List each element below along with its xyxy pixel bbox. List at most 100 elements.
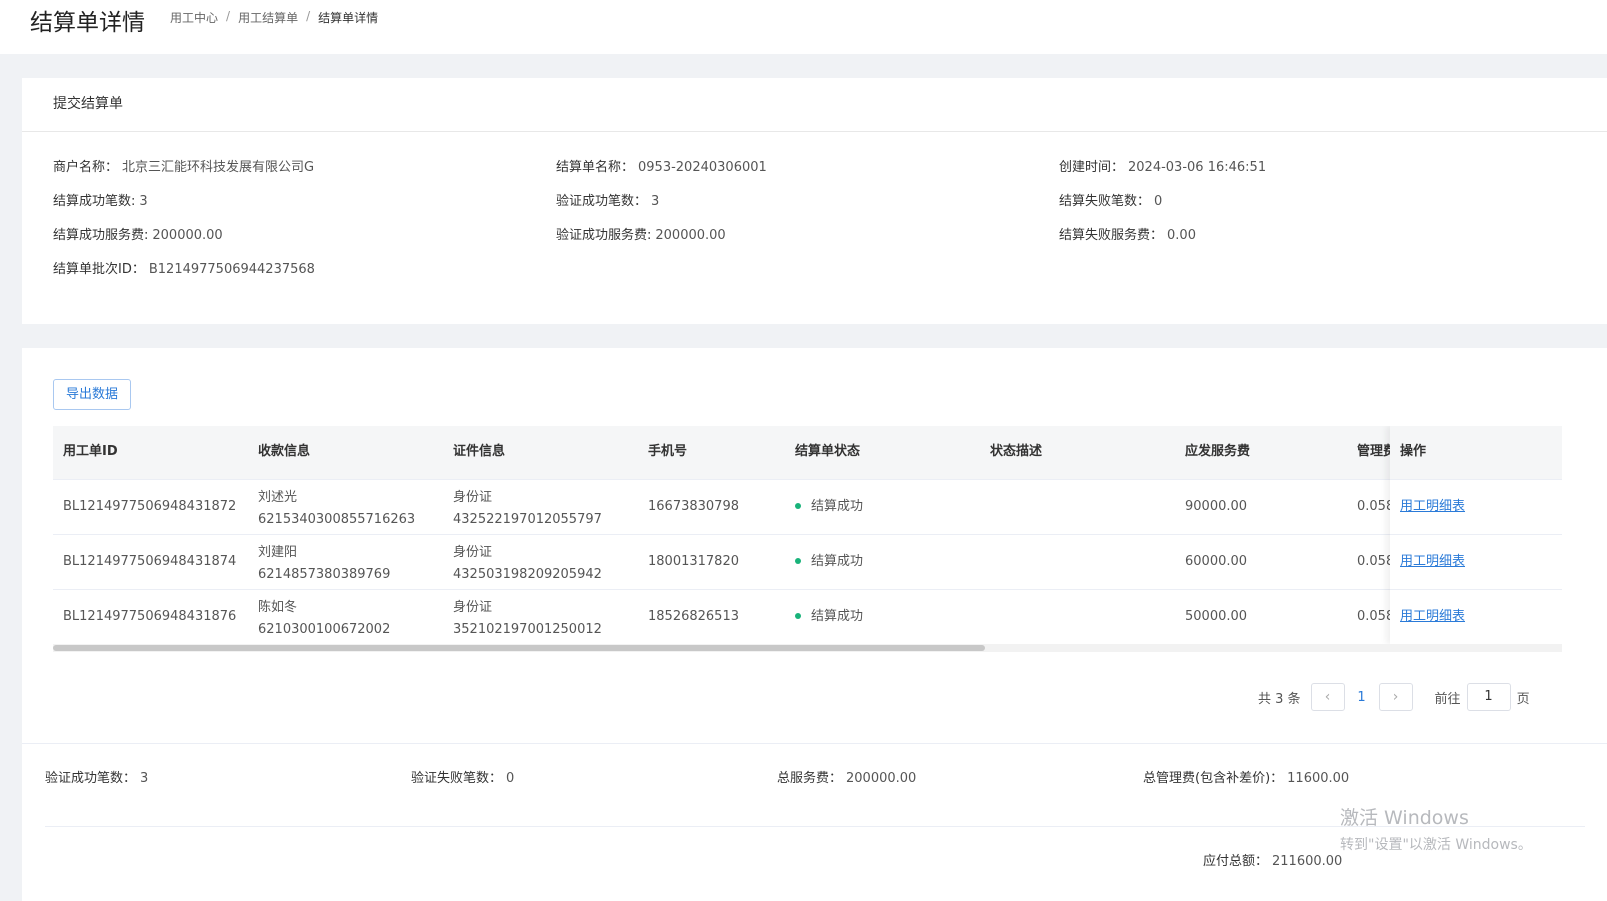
column-header-payee: 收款信息 [258,444,311,459]
settle-success-count-field: 结算成功笔数: 3 [53,190,556,224]
cert-type: 身份证 [453,545,493,560]
verify-success-count-total: 验证成功笔数： 3 [45,767,411,786]
field-label: 验证成功笔数： [556,194,648,209]
page-number-current[interactable]: 1 [1345,690,1379,705]
field-value: 200000.00 [152,228,223,243]
column-header-certificate: 证件信息 [453,444,506,459]
cell-action: 用工明细表 [1390,480,1562,535]
merchant-name-field: 商户名称： 北京三汇能环科技发展有限公司G [53,156,556,190]
cert-type: 身份证 [453,490,493,505]
field-label: 结算失败服务费： [1059,228,1164,243]
cell-service-fee: 90000.00 [1185,499,1248,514]
total-count: 共 3 条 [1258,691,1301,707]
column-header-order-id: 用工单ID [63,444,118,459]
cell-action: 用工明细表 [1390,535,1562,590]
field-value: 0953-20240306001 [638,160,767,175]
payable-total: 应付总额： 211600.00 [1203,850,1342,869]
field-label: 结算单名称： [556,160,635,175]
cell-certificate: 身份证 432522197012055797 [453,487,602,531]
status-dot-icon [795,502,801,509]
field-label: 结算失败笔数： [1059,194,1151,209]
info-row: 结算单批次ID： B1214977506944237568 [53,258,1593,292]
status-text: 结算成功 [811,499,864,514]
info-row: 商户名称： 北京三汇能环科技发展有限公司G 结算单名称： 0953-20240306… [53,156,1593,190]
settlement-summary-card: 提交结算单 商户名称： 北京三汇能环科技发展有限公司G 结算单名称： 0953-20… [22,78,1607,324]
totals-row: 验证成功笔数： 3 验证失败笔数： 0 总服务费： 200000.00 总管理费(包含… [45,767,1545,786]
page-title: 结算单详情 [30,10,145,36]
chevron-left-icon: ‹ [1324,689,1331,705]
cell-service-fee: 50000.00 [1185,609,1248,624]
cell-phone: 16673830798 [648,499,739,514]
employment-detail-link[interactable]: 用工明细表 [1400,609,1465,624]
created-time-field: 创建时间： 2024-03-06 16:46:51 [1059,156,1562,190]
cell-action: 用工明细表 [1390,590,1562,645]
status-text: 结算成功 [811,554,864,569]
total-value: 200000.00 [846,771,917,786]
next-page-button[interactable]: › [1378,683,1413,711]
info-grid: 商户名称： 北京三汇能环科技发展有限公司G 结算单名称： 0953-20240306… [53,156,1593,292]
column-header-action: 操作 [1390,426,1562,480]
cert-number: 432522197012055797 [453,512,602,527]
cell-mgmt-fee: 0.058 [1357,554,1395,569]
column-header-status: 结算单状态 [795,444,861,459]
cell-payee: 刘建阳 6214857380389769 [258,542,390,586]
field-value: 北京三汇能环科技发展有限公司G [122,160,315,175]
settlement-table: 用工单ID 收款信息 证件信息 手机号 结算单状态 状态描述 应发服务费 管理费… [53,426,1562,652]
cell-phone: 18526826513 [648,609,739,624]
verify-fail-count-total: 验证失败笔数： 0 [411,767,777,786]
table-header: 用工单ID 收款信息 证件信息 手机号 结算单状态 状态描述 应发服务费 管理费 [53,426,1562,480]
watermark-subtitle: 转到"设置"以激活 Windows。 [1340,837,1532,853]
cell-order-id: BL1214977506948431876 [63,609,237,624]
prev-page-button[interactable]: ‹ [1310,683,1345,711]
status-text: 结算成功 [811,609,864,624]
field-label: 结算成功笔数: [53,194,136,209]
cert-number: 352102197001250012 [453,622,602,637]
info-row: 结算成功笔数: 3 验证成功笔数： 3 结算失败笔数： 0 [53,190,1593,224]
windows-activation-watermark: 激活 Windows 转到"设置"以激活 Windows。 [1340,803,1532,854]
total-label: 总服务费： [777,771,843,786]
breadcrumb-separator: / [306,9,311,23]
cell-payee: 刘述光 6215340300855716263 [258,487,415,531]
breadcrumb-item-settlement-list[interactable]: 用工结算单 [238,9,298,26]
cert-type: 身份证 [453,600,493,615]
field-value: B1214977506944237568 [148,262,315,277]
breadcrumb-item-current: 结算单详情 [318,11,379,25]
cell-order-id: BL1214977506948431874 [63,554,237,569]
goto-page-input[interactable]: 1 [1466,683,1511,711]
cell-phone: 18001317820 [648,554,739,569]
field-value: 0 [1154,194,1163,209]
field-label: 结算单批次ID： [53,262,145,277]
breadcrumb: 用工中心 / 用工结算单 / 结算单详情 [170,9,378,26]
field-label: 验证成功服务费: [556,228,652,243]
employment-detail-link[interactable]: 用工明细表 [1400,554,1465,569]
field-value: 3 [139,194,148,209]
field-label: 创建时间： [1059,160,1125,175]
total-label: 验证失败笔数： [411,771,503,786]
total-label: 总管理费(包含补差价)： [1143,771,1284,786]
cert-number: 432503198209205942 [453,567,602,582]
settlement-name-field: 结算单名称： 0953-20240306001 [556,156,1059,190]
cell-payee: 陈如冬 6210300100672002 [258,597,390,641]
field-value: 200000.00 [655,228,726,243]
payee-account: 6215340300855716263 [258,512,416,527]
settle-fail-count-field: 结算失败笔数： 0 [1059,190,1562,224]
payee-name: 刘建阳 [258,545,298,560]
payee-name: 刘述光 [258,490,298,505]
employment-detail-link[interactable]: 用工明细表 [1400,499,1465,514]
page-header: 结算单详情 用工中心 / 用工结算单 / 结算单详情 [0,0,1607,54]
payable-label: 应付总额： [1203,854,1269,869]
column-header-phone: 手机号 [648,444,688,459]
horizontal-scrollbar[interactable] [53,644,1562,652]
cell-status: 结算成功 [795,590,863,644]
watermark-title: 激活 Windows [1340,807,1469,829]
export-data-button[interactable]: 导出数据 [53,379,131,410]
cell-mgmt-fee: 0.058 [1357,609,1395,624]
verify-success-fee-field: 验证成功服务费: 200000.00 [556,224,1059,258]
breadcrumb-item-employment-center[interactable]: 用工中心 [170,9,218,26]
cell-certificate: 身份证 432503198209205942 [453,542,602,586]
page-suffix: 页 [1516,691,1530,707]
goto-label: 前往 [1434,691,1461,707]
card-title: 提交结算单 [22,78,1607,132]
scrollbar-thumb[interactable] [53,645,985,651]
payable-value: 211600.00 [1272,854,1343,869]
